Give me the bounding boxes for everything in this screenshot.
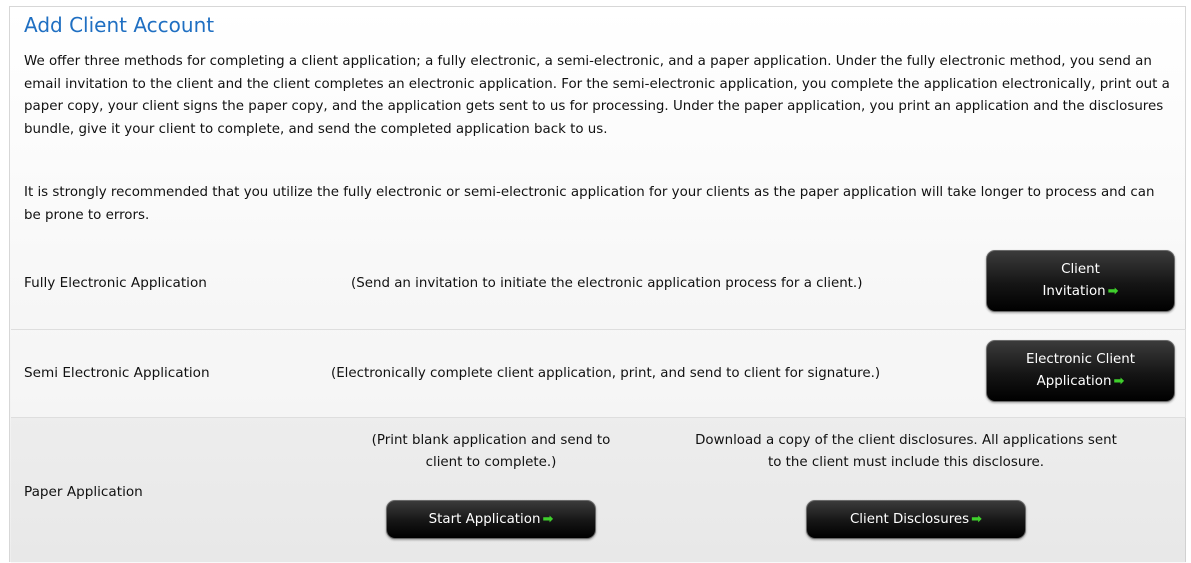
arrow-right-icon: ➡	[542, 511, 554, 527]
electronic-client-application-line1: Electronic Client	[1025, 352, 1136, 367]
semi-electronic-description: (Electronically complete client applicat…	[331, 366, 881, 381]
client-invitation-line1: Client	[1061, 262, 1100, 277]
client-disclosures-button[interactable]: Client Disclosures ➡	[806, 500, 1026, 539]
disclosure-description-line2: to the client must include this disclosu…	[767, 455, 1045, 470]
paper-application-label: Paper Application	[24, 484, 143, 500]
electronic-client-application-line2: Application	[1036, 374, 1112, 389]
start-application-label: Start Application	[428, 511, 541, 527]
intro-paragraph: We offer three methods for completing a …	[24, 54, 1170, 137]
add-client-panel: Add Client Account We offer three method…	[9, 6, 1186, 562]
recommendation-paragraph: It is strongly recommended that you util…	[24, 185, 1155, 223]
page-title: Add Client Account	[24, 13, 215, 37]
start-application-description: (Print blank application and send to cli…	[341, 430, 641, 474]
fully-electronic-label: Fully Electronic Application	[24, 275, 207, 291]
semi-electronic-label: Semi Electronic Application	[24, 365, 210, 381]
electronic-client-application-button[interactable]: Electronic Client Application ➡	[986, 340, 1175, 402]
client-invitation-line2: Invitation	[1042, 284, 1106, 299]
fully-electronic-row: Fully Electronic Application (Send an in…	[11, 241, 1186, 327]
arrow-right-icon: ➡	[1107, 284, 1119, 299]
client-disclosures-label: Client Disclosures	[849, 511, 970, 527]
arrow-right-icon: ➡	[971, 511, 983, 527]
fully-electronic-description: (Send an invitation to initiate the elec…	[351, 276, 863, 291]
arrow-right-icon: ➡	[1113, 374, 1125, 389]
start-description-line2: client to complete.)	[425, 455, 557, 470]
client-disclosures-description: Download a copy of the client disclosure…	[661, 430, 1151, 474]
start-description-line1: (Print blank application and send to	[371, 433, 611, 448]
client-invitation-button[interactable]: Client Invitation ➡	[986, 250, 1175, 312]
paper-application-row: Paper Application (Print blank applicati…	[11, 417, 1186, 563]
start-application-button[interactable]: Start Application ➡	[386, 500, 596, 539]
semi-electronic-row: Semi Electronic Application (Electronica…	[11, 329, 1186, 417]
disclosure-description-line1: Download a copy of the client disclosure…	[695, 433, 1117, 448]
